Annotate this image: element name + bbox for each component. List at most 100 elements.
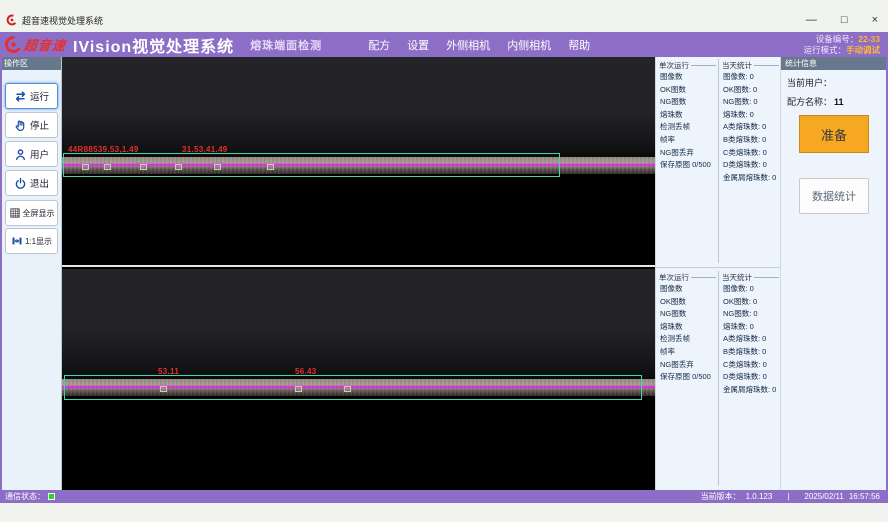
device-number-value: 22-33 <box>858 34 880 44</box>
outer-camera-viewport: 44R88539.53,1.49 31.53,41.49 <box>62 57 655 267</box>
stat-row: B类熔珠数: 0 <box>722 346 779 359</box>
window-titlebar: 超音速视觉处理系统 — □ × <box>0 8 888 32</box>
divider <box>718 271 719 486</box>
stat-row: 熔珠数: 0 <box>722 321 779 334</box>
brand-swirl-icon <box>4 35 23 54</box>
run-button[interactable]: 运行 <box>5 83 58 109</box>
menu-item-outer-camera[interactable]: 外侧相机 <box>446 37 490 53</box>
prepare-button[interactable]: 准备 <box>799 115 869 153</box>
stat-row: A类熔珠数: 0 <box>722 333 779 346</box>
version-label: 当前版本： <box>701 491 741 502</box>
stat-row: 熔珠数 <box>659 109 716 122</box>
feature-marker <box>295 386 302 392</box>
menu-item-help[interactable]: 帮助 <box>568 37 590 53</box>
stats-section-bottom: 单次运行 图像数OK图数NG图数熔珠数检测丢帧帧率NG图丢弃保存原图 0/500… <box>656 269 781 490</box>
feature-marker <box>344 386 351 392</box>
detection-bounding-box <box>64 375 642 400</box>
daily-stats-group: 当天统计 图像数: 0OK图数: 0NG图数: 0熔珠数: 0A类熔珠数: 0B… <box>722 272 779 488</box>
daily-stats-title: 当天统计 <box>722 272 779 283</box>
run-mode-value: 手动调试 <box>846 45 880 55</box>
menu-item-recipe[interactable]: 配方 <box>368 37 390 53</box>
maximize-icon[interactable]: □ <box>841 13 848 27</box>
measurement-annotation: 31.53,41.49 <box>182 145 228 154</box>
daily-stats-group: 当天统计 图像数: 0OK图数: 0NG图数: 0熔珠数: 0A类熔珠数: 0B… <box>722 60 779 265</box>
exit-button[interactable]: 退出 <box>5 170 58 196</box>
stat-row: NG图数 <box>659 308 716 321</box>
current-user-label: 当前用户： <box>787 78 832 88</box>
stat-row: OK图数 <box>659 84 716 97</box>
single-run-group: 单次运行 图像数OK图数NG图数熔珠数检测丢帧帧率NG图丢弃保存原图 0/500 <box>659 60 716 265</box>
minimize-icon[interactable]: — <box>806 13 817 27</box>
stop-button[interactable]: 停止 <box>5 112 58 138</box>
stat-row: D类熔珠数: 0 <box>722 159 779 172</box>
measurement-annotation: 44R88539.53,1.49 <box>68 145 139 154</box>
window-left-border <box>0 57 2 503</box>
menu-item-inner-camera[interactable]: 内侧相机 <box>507 37 551 53</box>
main-menu: 配方 设置 外侧相机 内侧相机 帮助 <box>368 37 590 53</box>
info-panel-title: 统计信息 <box>781 57 888 70</box>
stat-row: 图像数: 0 <box>722 71 779 84</box>
daily-stats-rows: 图像数: 0OK图数: 0NG图数: 0熔珠数: 0A类熔珠数: 0B类熔珠数:… <box>722 283 779 396</box>
window-controls: — □ × <box>806 13 878 27</box>
device-number-label: 设备编号： <box>816 34 859 44</box>
stat-row: 帧率 <box>659 134 716 147</box>
stat-row: 检测丢帧 <box>659 121 716 134</box>
one-to-one-button[interactable]: 1:1显示 <box>5 228 58 254</box>
device-info: 设备编号：22-33 运行模式：手动调试 <box>803 34 888 56</box>
measurement-annotation: 53.11 <box>158 367 179 376</box>
run-icon <box>14 90 27 103</box>
status-date: 2025/02/11 <box>804 492 843 501</box>
feature-marker <box>82 164 89 170</box>
feature-marker <box>175 164 182 170</box>
operation-sidebar: 操作区 运行 停止 <box>0 57 62 490</box>
stat-row: 金属屑熔珠数: 0 <box>722 172 779 185</box>
viewport-background <box>62 269 655 379</box>
stat-row: NG图数: 0 <box>722 96 779 109</box>
exit-button-label: 退出 <box>30 176 49 190</box>
app-header: 超音速 IVision视觉处理系统 熔珠端面检测 配方 设置 外侧相机 内侧相机… <box>0 32 888 57</box>
one-to-one-icon <box>11 235 23 247</box>
stats-section-top: 单次运行 图像数OK图数NG图数熔珠数检测丢帧帧率NG图丢弃保存原图 0/500… <box>656 57 781 268</box>
status-bar: 通信状态： 当前版本： 1.0.123 | 2025/02/11 16:57:5… <box>0 490 888 503</box>
single-run-title: 单次运行 <box>659 272 716 283</box>
user-button[interactable]: 用户 <box>5 141 58 167</box>
inner-camera-viewport: 53.11 56.43 <box>62 269 655 490</box>
stat-row: NG图丢弃 <box>659 147 716 160</box>
stat-row: 熔珠数: 0 <box>722 109 779 122</box>
daily-stats-rows: 图像数: 0OK图数: 0NG图数: 0熔珠数: 0A类熔珠数: 0B类熔珠数:… <box>722 71 779 184</box>
window-title: 超音速视觉处理系统 <box>22 14 103 27</box>
stat-row: 熔珠数 <box>659 321 716 334</box>
menu-item-settings[interactable]: 设置 <box>407 37 429 53</box>
stat-row: A类熔珠数: 0 <box>722 121 779 134</box>
user-icon <box>14 148 27 161</box>
stat-row: 金属屑熔珠数: 0 <box>722 384 779 397</box>
detection-bounding-box <box>63 153 560 177</box>
feature-marker <box>104 164 111 170</box>
data-statistics-button[interactable]: 数据统计 <box>799 178 869 214</box>
brand-name: 超音速 <box>23 35 67 54</box>
main-area: 操作区 运行 停止 <box>0 57 888 490</box>
divider <box>718 59 719 263</box>
stat-row: 保存原图 0/500 <box>659 159 716 172</box>
stat-row: OK图数: 0 <box>722 84 779 97</box>
stop-button-label: 停止 <box>30 118 49 132</box>
fullscreen-button[interactable]: 全屏显示 <box>5 200 58 226</box>
app-title: IVision视觉处理系统 <box>73 33 234 57</box>
feature-marker <box>214 164 221 170</box>
stat-row: NG图数 <box>659 96 716 109</box>
status-time: 16:57:56 <box>849 492 880 501</box>
power-icon <box>14 177 27 190</box>
single-run-title: 单次运行 <box>659 60 716 71</box>
run-mode-label: 运行模式： <box>803 45 846 55</box>
version-info: 当前版本： 1.0.123 | 2025/02/11 16:57:56 <box>701 491 880 502</box>
measurement-annotation: 56.43 <box>295 367 317 376</box>
stat-row: 检测丢帧 <box>659 333 716 346</box>
close-icon[interactable]: × <box>872 13 878 27</box>
info-panel: 统计信息 当前用户： 配方名称：11 准备 数据统计 <box>780 57 888 490</box>
comm-status-indicator <box>48 493 55 500</box>
stat-row: OK图数 <box>659 296 716 309</box>
stat-row: 图像数: 0 <box>722 283 779 296</box>
comm-status-label: 通信状态： <box>5 491 45 502</box>
fullscreen-button-label: 全屏显示 <box>23 208 55 219</box>
single-run-rows: 图像数OK图数NG图数熔珠数检测丢帧帧率NG图丢弃保存原图 0/500 <box>659 71 716 172</box>
